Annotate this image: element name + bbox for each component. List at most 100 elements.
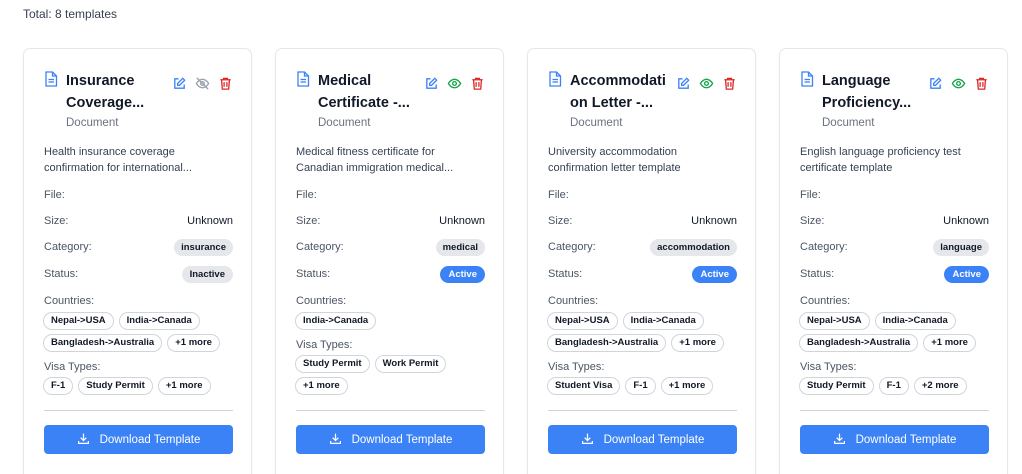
category-badge: medical <box>435 238 485 256</box>
visa-type-chip: Work Permit <box>374 355 447 373</box>
template-type: Document <box>318 117 371 129</box>
edit-icon[interactable] <box>424 76 439 91</box>
status-row: Status: Active <box>800 264 989 284</box>
countries-label: Countries: <box>296 295 347 307</box>
delete-icon[interactable] <box>974 76 989 91</box>
countries-list: Nepal->USA India->Canada Bangladesh->Austr… <box>799 312 994 352</box>
eye-icon[interactable] <box>447 76 462 91</box>
download-button-label: Download Template <box>603 433 705 446</box>
size-label: Size: <box>296 215 321 227</box>
category-badge: accommodation <box>650 238 737 256</box>
template-card: Medical Certificate -... Document Medica… <box>275 48 504 474</box>
template-title-line: Language <box>822 73 891 89</box>
visa-types-list: Study Permit Work Permit +1 more <box>295 355 490 395</box>
size-value: Unknown <box>187 215 233 227</box>
category-row: Category: insurance <box>44 237 233 257</box>
edit-icon[interactable] <box>928 76 943 91</box>
visa-types-label: Visa Types: <box>296 339 353 351</box>
delete-icon[interactable] <box>470 76 485 91</box>
template-type: Document <box>66 117 119 129</box>
description-line: University accommodation <box>548 146 677 158</box>
template-title-line: Coverage... <box>66 95 145 111</box>
size-value: Unknown <box>691 215 737 227</box>
card-actions <box>424 76 485 91</box>
file-row: File: <box>44 185 233 205</box>
status-badge: Active <box>440 265 485 283</box>
template-type: Document <box>822 117 875 129</box>
country-chip: Nepal->USA <box>43 312 114 330</box>
visa-type-chip: F-1 <box>878 377 909 395</box>
edit-icon[interactable] <box>172 76 187 91</box>
template-description: Health insurance coverage confirmation f… <box>44 144 234 176</box>
eye-icon[interactable] <box>699 76 714 91</box>
total-count: Total: 8 templates <box>23 7 118 21</box>
size-value: Unknown <box>943 215 989 227</box>
visa-type-chip: +1 more <box>157 377 211 395</box>
edit-icon[interactable] <box>676 76 691 91</box>
status-label: Status: <box>548 268 583 280</box>
divider <box>296 410 485 411</box>
download-icon <box>833 432 846 448</box>
category-row: Category: medical <box>296 237 485 257</box>
size-label: Size: <box>548 215 573 227</box>
visa-types-list: Student Visa F-1 +1 more <box>547 377 742 395</box>
template-card: Language Proficiency... Document English… <box>779 48 1008 474</box>
template-title-line: on Letter -... <box>570 95 653 111</box>
file-label: File: <box>296 189 317 201</box>
file-label: File: <box>800 189 821 201</box>
country-chip: India->Canada <box>874 312 956 330</box>
file-row: File: <box>548 185 737 205</box>
delete-icon[interactable] <box>722 76 737 91</box>
template-card: Insurance Coverage... Document Health in… <box>23 48 252 474</box>
download-button-label: Download Template <box>855 433 957 446</box>
delete-icon[interactable] <box>218 76 233 91</box>
visa-type-chip: +1 more <box>660 377 714 395</box>
category-label: Category: <box>296 241 344 253</box>
country-chip: +1 more <box>923 334 976 352</box>
download-template-button[interactable]: Download Template <box>44 425 233 454</box>
template-title: Language Proficiency... <box>822 70 922 114</box>
template-card: Accommodati on Letter -... Document Univ… <box>527 48 756 474</box>
eye-icon[interactable] <box>951 76 966 91</box>
download-template-button[interactable]: Download Template <box>548 425 737 454</box>
download-icon <box>581 432 594 448</box>
eye-off-icon[interactable] <box>195 76 210 91</box>
countries-label: Countries: <box>800 295 851 307</box>
countries-label: Countries: <box>548 295 599 307</box>
card-actions <box>928 76 989 91</box>
country-chip: Bangladesh->Australia <box>547 334 667 352</box>
category-label: Category: <box>548 241 596 253</box>
template-title-line: Certificate -... <box>318 95 410 111</box>
card-actions <box>676 76 737 91</box>
template-title: Medical Certificate -... <box>318 70 418 114</box>
description-line: confirmation for international... <box>44 162 192 174</box>
template-type: Document <box>570 117 623 129</box>
template-title-line: Accommodati <box>570 73 666 89</box>
visa-type-chip: Study Permit <box>295 355 370 373</box>
country-chip: Nepal->USA <box>547 312 618 330</box>
status-label: Status: <box>800 268 835 280</box>
download-icon <box>329 432 342 448</box>
countries-label: Countries: <box>44 295 95 307</box>
category-row: Category: language <box>800 237 989 257</box>
visa-type-chip: Student Visa <box>547 377 621 395</box>
status-row: Status: Active <box>296 264 485 284</box>
visa-type-chip: F-1 <box>43 377 74 395</box>
size-value: Unknown <box>439 215 485 227</box>
countries-list: Nepal->USA India->Canada Bangladesh->Austr… <box>43 312 238 352</box>
download-icon <box>77 432 90 448</box>
visa-type-chip: Study Permit <box>78 377 153 395</box>
download-template-button[interactable]: Download Template <box>800 425 989 454</box>
country-chip: India->Canada <box>295 312 377 330</box>
download-button-label: Download Template <box>351 433 453 446</box>
file-label: File: <box>548 189 569 201</box>
template-description: Medical fitness certificate for Canadian… <box>296 144 486 176</box>
visa-types-label: Visa Types: <box>800 361 857 373</box>
divider <box>800 410 989 411</box>
visa-type-chip: +1 more <box>295 377 348 395</box>
description-line: Medical fitness certificate for <box>296 146 435 158</box>
visa-type-chip: Study Permit <box>799 377 874 395</box>
country-chip: Bangladesh->Australia <box>43 334 163 352</box>
template-title: Insurance Coverage... <box>66 70 166 114</box>
download-template-button[interactable]: Download Template <box>296 425 485 454</box>
